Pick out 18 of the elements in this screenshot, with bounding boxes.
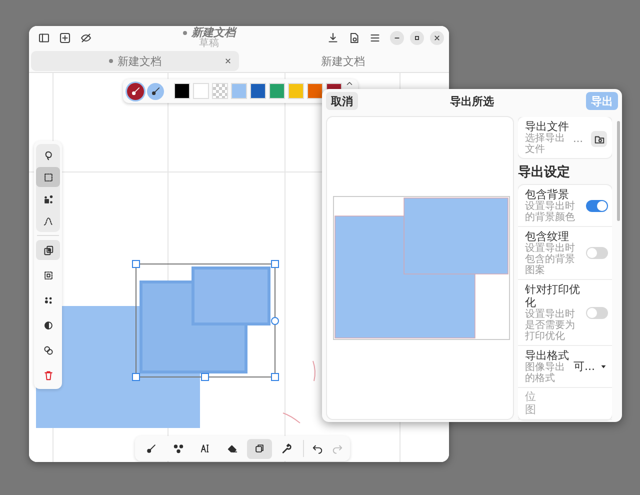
setting-description: 设置导出时的背景颜色 [525,201,576,223]
file-path-value: … [573,134,583,145]
setting-title: 导出格式 [525,349,570,362]
format-option: 位图 [525,391,536,416]
setting-title: 包含背景 [525,188,569,201]
window-subtitle: 草稿 [199,38,219,49]
export-file-hint: 选择导出文件 [525,133,566,155]
setting-description: 设置导出时是否需要为打印优化 [525,309,576,342]
section-heading: 导出设定 [518,165,571,180]
setting-title: 针对打印优化 [525,283,581,309]
setting-description: 图像导出的格式 [525,362,566,384]
window-title: 新建文档 [192,27,236,38]
tab-label: 新建文档 [118,54,162,68]
dialog-title: 导出所选 [449,94,495,108]
tab-label: 新建文档 [321,54,365,68]
setting-description: 设置导出时包含的背景图案 [525,243,576,276]
export-file-title: 导出文件 [525,120,570,133]
setting-title: 包含纹理 [525,230,569,243]
